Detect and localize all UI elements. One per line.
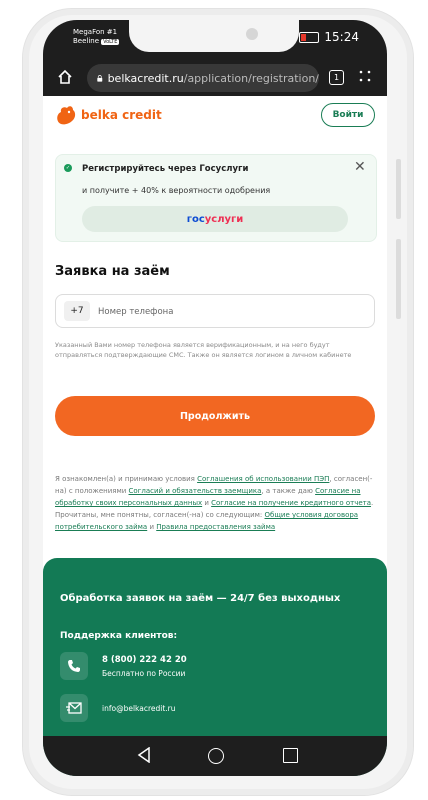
- volte-badge: VoLTE: [101, 39, 120, 45]
- lock-icon: [97, 74, 103, 82]
- gosuslugi-label-part2: услуги: [204, 213, 244, 225]
- phone-field: +7: [55, 294, 375, 328]
- phone-icon[interactable]: [60, 652, 88, 680]
- browser-toolbar: belkacredit.ru/application/registration/…: [43, 60, 387, 96]
- gosuslugi-banner: ✓ Регистрируйтесь через Госуслуги ✕ и по…: [55, 154, 377, 242]
- tabs-count: 1: [333, 73, 340, 82]
- tabs-icon[interactable]: 1: [329, 70, 344, 85]
- phone-prefix: +7: [64, 301, 90, 321]
- carrier-info: MegaFon #1 Beeline VoLTE: [73, 28, 120, 47]
- link-pep-agreement[interactable]: Соглашения об использовании ПЭП: [197, 475, 329, 483]
- link-borrower-obligations[interactable]: Согласий и обязательств заемщика: [129, 487, 262, 495]
- page-content: belka credit Войти ✓ Регистрируйтесь чер…: [43, 96, 387, 776]
- clock: 15:24: [324, 30, 359, 44]
- gosuslugi-button[interactable]: гос услуги: [82, 206, 348, 232]
- notch: [129, 20, 299, 52]
- volume-button: [396, 159, 401, 219]
- continue-button[interactable]: Продолжить: [55, 396, 375, 436]
- phone-screen: MegaFon #1 Beeline VoLTE 15:24 belkacredi…: [43, 20, 387, 776]
- form-title: Заявка на заём: [55, 264, 170, 279]
- home-nav-icon[interactable]: [208, 748, 224, 764]
- power-button: [396, 239, 401, 319]
- support-phone[interactable]: 8 (800) 222 42 20: [102, 655, 187, 665]
- close-icon[interactable]: ✕: [354, 159, 366, 175]
- address-bar[interactable]: belkacredit.ru/application/registration/: [87, 64, 319, 92]
- navigation-bar: [43, 736, 387, 776]
- squirrel-logo-icon: [57, 106, 76, 125]
- login-button[interactable]: Войти: [321, 103, 375, 127]
- status-bar: MegaFon #1 Beeline VoLTE 15:24: [43, 20, 387, 60]
- url-path: /application/registration/: [183, 71, 319, 85]
- logo[interactable]: belka credit: [55, 104, 162, 126]
- home-icon[interactable]: [57, 69, 73, 85]
- battery-icon: [299, 31, 320, 43]
- back-icon[interactable]: [137, 747, 151, 763]
- phone-input[interactable]: [96, 301, 360, 323]
- logo-text: belka credit: [81, 108, 162, 122]
- mail-icon[interactable]: [60, 694, 88, 722]
- recent-apps-icon[interactable]: [283, 748, 298, 763]
- carrier-2: Beeline: [73, 37, 100, 45]
- consent-text-3: , а также даю: [261, 487, 316, 495]
- consent-text-4: и: [202, 499, 212, 507]
- support-label: Поддержка клиентов:: [60, 631, 178, 641]
- gosuslugi-title: Регистрируйтесь через Госуслуги: [82, 164, 249, 174]
- camera-icon: [246, 28, 258, 40]
- phone-hint: Указанный Вами номер телефона является в…: [55, 341, 352, 359]
- url-host: belkacredit.ru: [107, 71, 184, 85]
- check-icon: ✓: [64, 164, 72, 172]
- support-phone-note: Бесплатно по России: [102, 669, 186, 678]
- consent-text-1: Я ознакомлен(а) и принимаю условия: [55, 475, 198, 483]
- link-loan-rules[interactable]: Правила предоставления займа: [156, 523, 275, 531]
- link-credit-report-consent[interactable]: Согласие на получение кредитного отчета: [211, 499, 371, 507]
- gosuslugi-label-part1: гос: [186, 213, 205, 225]
- gosuslugi-subtitle: и получите + 40% к вероятности одобрения: [82, 186, 271, 195]
- footer-title: Обработка заявок на заём — 24/7 без выхо…: [60, 593, 341, 604]
- menu-icon[interactable]: [359, 70, 371, 85]
- support-email[interactable]: info@belkacredit.ru: [102, 704, 176, 713]
- carrier-1: MegaFon #1: [73, 28, 118, 36]
- consent-text: Я ознакомлен(а) и принимаю условия Согла…: [55, 473, 375, 533]
- consent-text-6: и: [147, 523, 157, 531]
